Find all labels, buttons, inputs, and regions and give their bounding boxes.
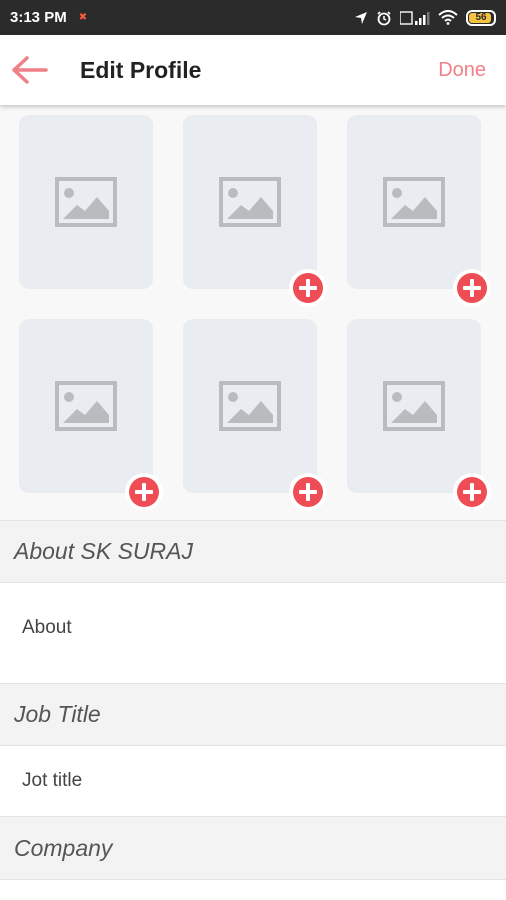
add-photo-button-5[interactable] (289, 473, 327, 511)
photo-slot-5[interactable] (183, 319, 317, 493)
status-time: 3:13 PM (10, 9, 67, 26)
company-section-header: Company (0, 816, 506, 880)
add-circle-icon (293, 477, 323, 507)
add-photo-button-3[interactable] (453, 269, 491, 307)
image-placeholder-icon (383, 177, 445, 227)
image-placeholder-icon (55, 381, 117, 431)
photo-gallery (0, 105, 506, 520)
add-photo-button-4[interactable] (125, 473, 163, 511)
signal-icon (400, 10, 430, 25)
job-title-section-header: Job Title (0, 683, 506, 746)
done-button[interactable]: Done (438, 59, 486, 82)
photo-slot-3[interactable] (347, 115, 481, 289)
add-circle-icon (457, 477, 487, 507)
status-bar: 3:13 PM ✖ 56 (0, 0, 506, 35)
job-title-input[interactable]: Jot title (0, 746, 506, 816)
battery-level: 56 (475, 12, 487, 23)
back-button[interactable] (0, 35, 60, 105)
photo-slot-2[interactable] (183, 115, 317, 289)
status-icons: 56 (354, 9, 496, 26)
photo-slot-4[interactable] (19, 319, 153, 493)
about-section-header: About SK SURAJ (0, 520, 506, 583)
company-input[interactable] (0, 880, 506, 900)
about-input[interactable]: About (0, 583, 506, 683)
notification-icon: ✖ (78, 11, 88, 23)
add-photo-button-6[interactable] (453, 473, 491, 511)
add-photo-button-2[interactable] (289, 269, 327, 307)
photo-slot-1[interactable] (19, 115, 153, 289)
battery-icon: 56 (466, 9, 496, 26)
add-circle-icon (293, 273, 323, 303)
location-icon (355, 11, 367, 24)
image-placeholder-icon (219, 177, 281, 227)
image-placeholder-icon (383, 381, 445, 431)
image-placeholder-icon (219, 381, 281, 431)
add-circle-icon (129, 477, 159, 507)
image-placeholder-icon (55, 177, 117, 227)
wifi-icon (438, 10, 458, 25)
app-bar: Edit Profile Done (0, 35, 506, 105)
back-arrow-icon (12, 56, 48, 84)
add-circle-icon (457, 273, 487, 303)
alarm-icon (377, 10, 391, 25)
photo-slot-6[interactable] (347, 319, 481, 493)
page-title: Edit Profile (80, 56, 202, 83)
